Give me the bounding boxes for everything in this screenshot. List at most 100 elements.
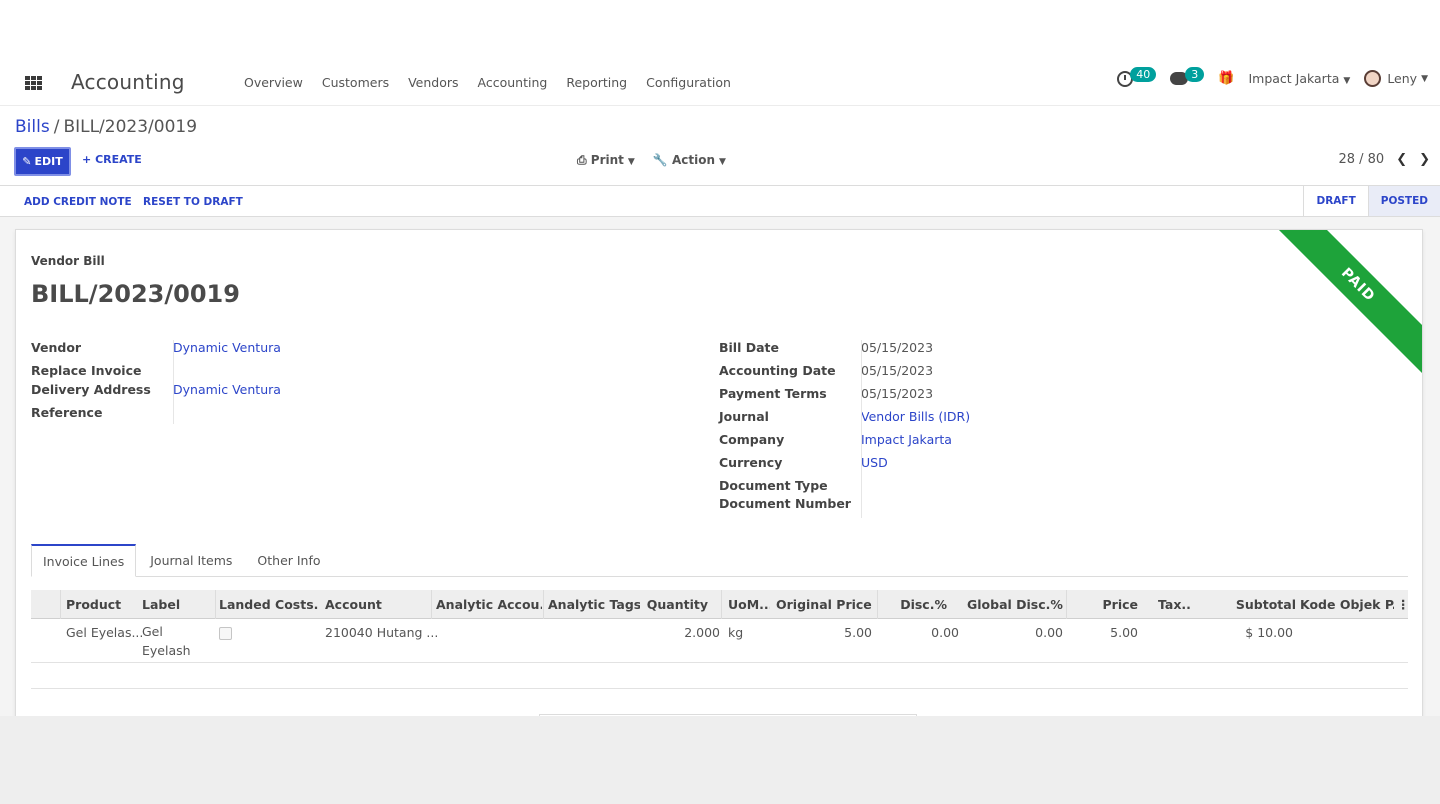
create-button[interactable]: + CREATE — [82, 153, 142, 166]
field-label: Payment Terms — [719, 386, 827, 401]
column-header-account[interactable]: Account — [325, 597, 429, 612]
company-switcher[interactable]: Impact Jakarta ▼ — [1248, 71, 1350, 86]
top-menu: Overview Customers Vendors Accounting Re… — [244, 75, 731, 90]
field-value: 05/15/2023 — [861, 386, 934, 401]
create-label: CREATE — [95, 153, 142, 166]
field-label: Document Number — [719, 496, 851, 511]
field-company: Company Impact Jakarta — [719, 432, 970, 455]
messages-badge: 3 — [1185, 67, 1205, 82]
column-header-quantity[interactable]: Quantity — [639, 597, 708, 612]
action-dropdown[interactable]: 🔧 Action ▼ — [653, 153, 726, 168]
edit-label: EDIT — [34, 155, 63, 168]
company-link[interactable]: Impact Jakarta — [861, 432, 952, 455]
totals-panel — [539, 714, 917, 716]
app-brand[interactable]: Accounting — [71, 70, 185, 94]
column-header-landed-costs[interactable]: Landed Costs... — [219, 597, 319, 612]
column-header-analytic-account[interactable]: Analytic Accou... — [436, 597, 542, 612]
app-window: Accounting Overview Customers Vendors Ac… — [0, 60, 1440, 716]
column-header-disc[interactable]: Disc.% — [887, 597, 947, 612]
menu-accounting[interactable]: Accounting — [478, 75, 548, 90]
bill-type-label: Vendor Bill — [31, 254, 105, 268]
cell-account: 210040 Hutang ... — [325, 625, 439, 640]
bill-number: BILL/2023/0019 — [31, 280, 240, 308]
column-header-global-disc[interactable]: Global Disc.% — [967, 597, 1065, 612]
activities-menu[interactable]: 40 — [1117, 67, 1157, 87]
column-separator — [1066, 590, 1067, 619]
field-label: Reference — [31, 405, 103, 420]
status-bar: ADD CREDIT NOTE RESET TO DRAFT DRAFT POS… — [0, 185, 1440, 217]
column-header-kode-objek[interactable]: Kode Objek P... — [1300, 597, 1394, 612]
pager: 28 / 80 ❮ ❯ — [1338, 152, 1430, 167]
field-label: Currency — [719, 455, 783, 470]
field-label: Bill Date — [719, 340, 779, 355]
field-label: Vendor — [31, 340, 82, 355]
column-separator — [60, 590, 61, 619]
menu-vendors[interactable]: Vendors — [408, 75, 458, 90]
divider — [861, 340, 862, 518]
messages-menu[interactable]: 3 — [1170, 67, 1205, 86]
top-blank-area — [0, 0, 1440, 60]
menu-overview[interactable]: Overview — [244, 75, 303, 90]
field-currency: Currency USD — [719, 455, 970, 478]
column-separator — [431, 590, 432, 619]
main-navbar: Accounting Overview Customers Vendors Ac… — [0, 60, 1440, 106]
avatar — [1364, 70, 1382, 87]
field-reference: Reference — [31, 405, 281, 428]
stage-draft[interactable]: DRAFT — [1303, 186, 1367, 216]
cell-quantity: 2.000 — [684, 625, 720, 640]
user-menu[interactable]: Leny ▼ — [1364, 70, 1428, 87]
column-header-analytic-tags[interactable]: Analytic Tags — [548, 597, 640, 612]
column-header-tax[interactable]: Tax... — [1158, 597, 1192, 612]
print-label: Print — [590, 153, 624, 167]
column-header-label[interactable]: Label — [142, 597, 214, 612]
table-footer — [31, 663, 1408, 689]
field-replace-invoice: Replace Invoice — [31, 363, 281, 382]
field-delivery-address: Delivery Address Dynamic Ventura — [31, 382, 281, 405]
column-separator — [215, 590, 216, 619]
menu-configuration[interactable]: Configuration — [646, 75, 731, 90]
column-separator — [543, 590, 544, 619]
journal-link[interactable]: Vendor Bills (IDR) — [861, 409, 970, 432]
chevron-left-icon[interactable]: ❮ — [1396, 152, 1407, 167]
tab-other-info[interactable]: Other Info — [246, 544, 331, 576]
menu-customers[interactable]: Customers — [322, 75, 389, 90]
column-header-uom[interactable]: UoM... — [728, 597, 770, 612]
column-header-subtotal[interactable]: Subtotal — [1211, 597, 1296, 612]
column-header-product[interactable]: Product — [66, 597, 138, 612]
field-payment-terms: Payment Terms 05/15/2023 — [719, 386, 970, 409]
column-header-original-price[interactable]: Original Price — [776, 597, 876, 612]
stage-posted[interactable]: POSTED — [1367, 186, 1440, 216]
field-label: Delivery Address — [31, 382, 151, 397]
cell-label: Gel Eyelash — [142, 624, 191, 658]
add-credit-note-button[interactable]: ADD CREDIT NOTE — [24, 196, 132, 208]
table-row[interactable]: Gel Eyelas... Gel Eyelash 210040 Hutang … — [31, 619, 1408, 663]
cell-uom: kg — [728, 625, 744, 640]
tab-journal-items[interactable]: Journal Items — [139, 544, 243, 576]
apps-menu-icon[interactable] — [25, 76, 42, 90]
form-sheet: PAID Vendor Bill BILL/2023/0019 Vendor D… — [15, 229, 1423, 716]
printer-icon: ⎙ — [577, 153, 587, 167]
tab-invoice-lines[interactable]: Invoice Lines — [31, 544, 137, 577]
landed-costs-checkbox[interactable] — [219, 627, 232, 640]
vendor-link[interactable]: Dynamic Ventura — [173, 340, 281, 363]
notebook-tabs: Invoice Lines Journal Items Other Info — [31, 544, 1408, 577]
breadcrumb: Bills / BILL/2023/0019 — [15, 117, 197, 137]
edit-button[interactable]: ✎ EDIT — [14, 147, 71, 176]
divider — [173, 340, 174, 424]
action-label: Action — [671, 153, 716, 167]
field-label: Document Type — [719, 478, 828, 493]
field-value: 05/15/2023 — [861, 340, 934, 355]
chevron-right-icon[interactable]: ❯ — [1419, 152, 1430, 167]
breadcrumb-separator: / — [53, 117, 60, 137]
column-separator — [877, 590, 878, 619]
currency-link[interactable]: USD — [861, 455, 888, 478]
breadcrumb-bills[interactable]: Bills — [15, 117, 50, 137]
print-dropdown[interactable]: ⎙ Print ▼ — [577, 153, 635, 168]
column-header-price[interactable]: Price — [1091, 597, 1139, 612]
delivery-address-link[interactable]: Dynamic Ventura — [173, 382, 281, 405]
menu-reporting[interactable]: Reporting — [566, 75, 627, 90]
reset-to-draft-button[interactable]: RESET TO DRAFT — [143, 196, 243, 208]
optional-columns-icon[interactable]: ⋮ — [1397, 597, 1407, 612]
pager-value[interactable]: 28 / 80 — [1338, 152, 1384, 167]
gift-icon[interactable]: 🎁 — [1218, 71, 1234, 86]
